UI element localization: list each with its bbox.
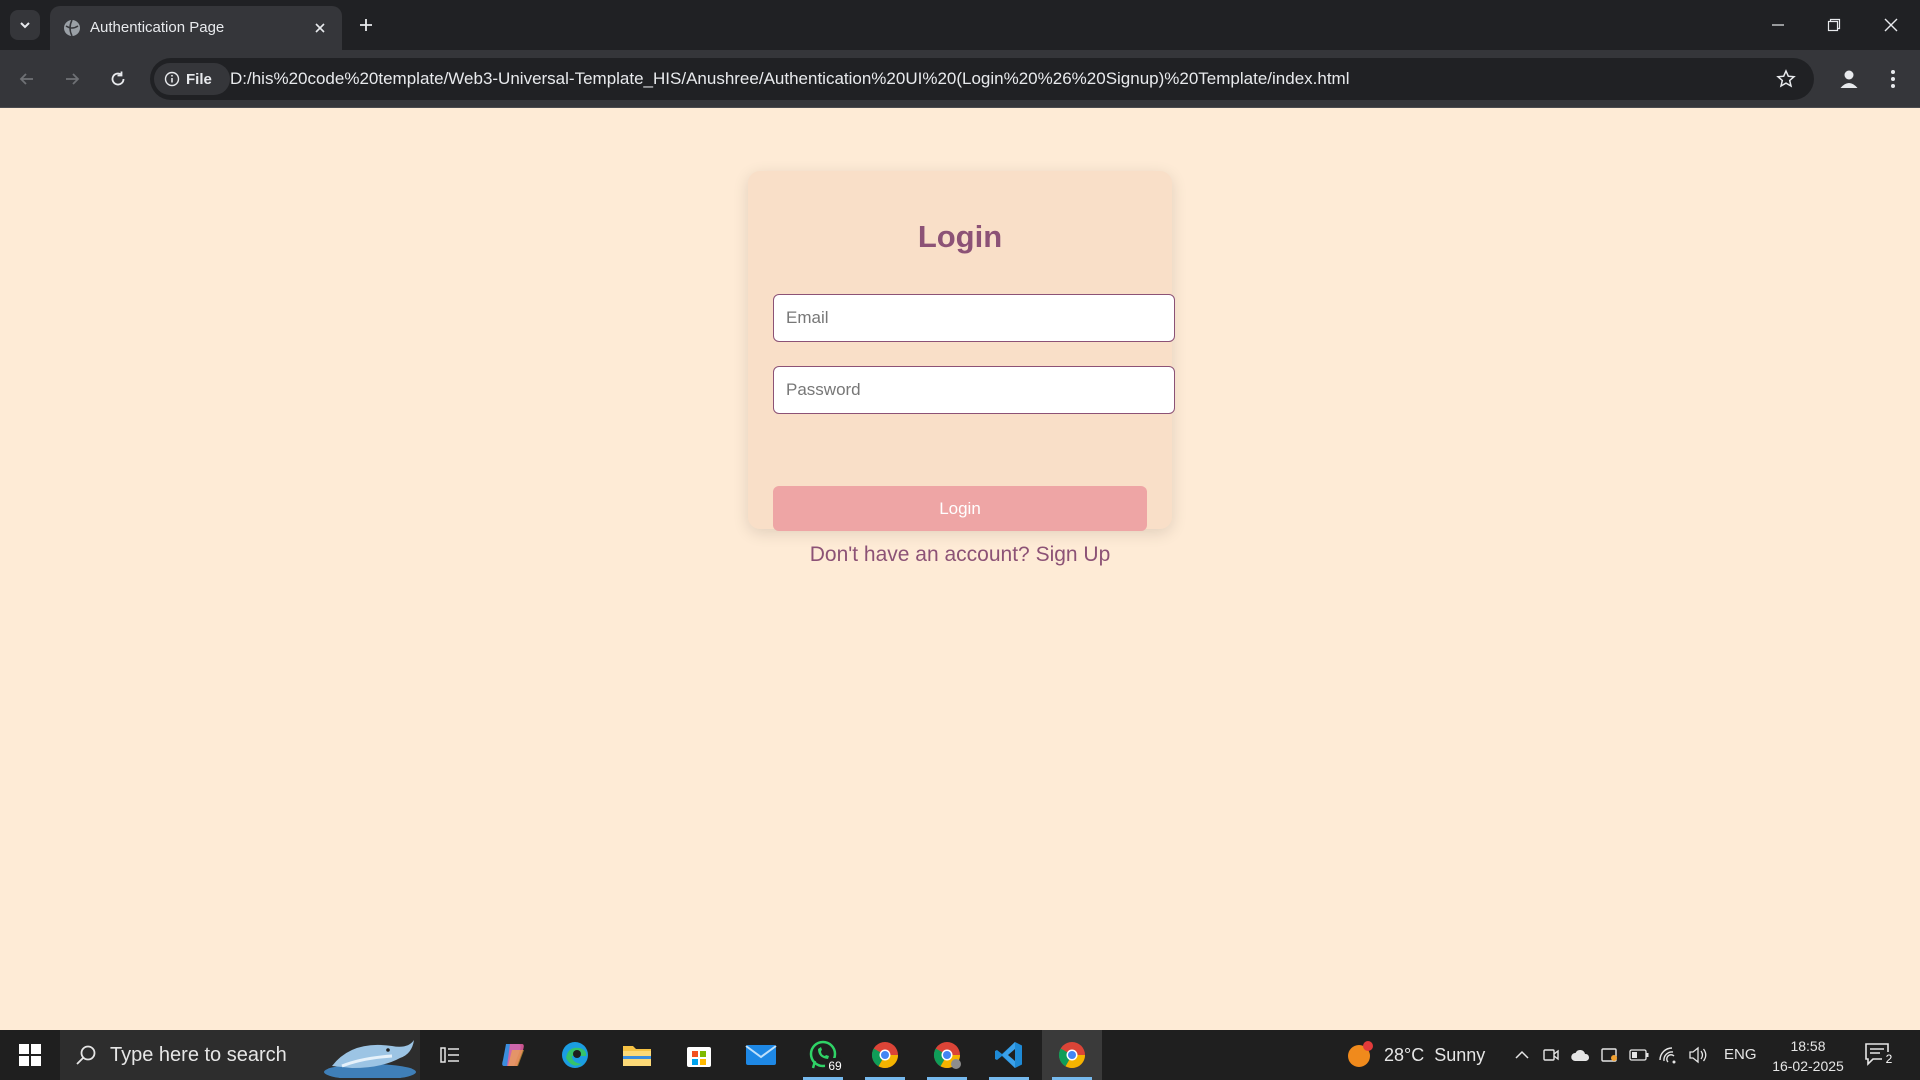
windows-logo-icon	[19, 1044, 41, 1066]
profile-button[interactable]	[1834, 64, 1864, 94]
microsoft-store-app[interactable]	[669, 1030, 729, 1080]
notification-center-button[interactable]: 2	[1864, 1042, 1898, 1070]
input-language[interactable]: ENG	[1724, 1046, 1757, 1063]
close-icon	[1884, 18, 1898, 32]
new-tab-button[interactable]	[354, 13, 378, 37]
more-vert-icon	[1891, 70, 1895, 88]
reload-icon	[111, 71, 125, 86]
task-view-icon	[440, 1047, 459, 1063]
windows-taskbar: Type here to search 69 28°C Sunny ENG 18…	[0, 1030, 1920, 1080]
notification-count: 2	[1882, 1052, 1896, 1066]
start-button[interactable]	[0, 1030, 60, 1080]
star-icon	[1776, 69, 1796, 88]
info-icon	[164, 71, 180, 87]
close-window-button[interactable]	[1871, 10, 1911, 40]
task-view-button[interactable]	[420, 1030, 480, 1080]
security-tray-icon[interactable]	[1599, 1045, 1619, 1065]
search-placeholder: Type here to search	[110, 1044, 287, 1066]
clock[interactable]: 18:58 16-02-2025	[1766, 1036, 1850, 1076]
chevron-down-icon	[20, 22, 30, 29]
clock-time: 18:58	[1790, 1038, 1826, 1054]
volume-tray-icon[interactable]	[1688, 1045, 1708, 1065]
reload-button[interactable]	[103, 64, 133, 94]
page-viewport: Login Login Don't have an account? Sign …	[0, 109, 1920, 1030]
chrome-icon	[871, 1042, 899, 1069]
person-icon	[1840, 70, 1858, 88]
onedrive-tray-icon[interactable]	[1570, 1045, 1590, 1065]
close-icon	[315, 23, 325, 33]
back-button[interactable]	[12, 64, 42, 94]
browser-menu-button[interactable]	[1878, 64, 1908, 94]
clock-date: 16-02-2025	[1772, 1058, 1844, 1074]
arrow-left-icon	[19, 73, 33, 85]
globe-icon	[64, 19, 80, 37]
chrome-icon	[933, 1042, 961, 1069]
site-chip-label: File	[186, 70, 212, 88]
minimize-button[interactable]	[1758, 10, 1798, 40]
forward-button[interactable]	[57, 64, 87, 94]
chrome-profile-a-app[interactable]	[855, 1030, 915, 1080]
signup-prompt-text: Don't have an account?	[809, 543, 1030, 566]
shield-icon	[1601, 1048, 1617, 1062]
email-field[interactable]	[773, 294, 1175, 342]
weather-condition: Sunny	[1434, 1044, 1486, 1065]
battery-icon	[1629, 1049, 1649, 1061]
url-text: D:/his%20code%20template/Web3-Universal-…	[230, 69, 1350, 88]
whatsapp-app[interactable]: 69	[793, 1030, 853, 1080]
arrow-right-icon	[66, 73, 80, 85]
vscode-icon	[995, 1042, 1022, 1068]
minimize-icon	[1772, 24, 1784, 26]
store-icon	[687, 1047, 711, 1067]
address-bar[interactable]: File D:/his%20code%20template/Web3-Unive…	[150, 58, 1814, 100]
chrome-app[interactable]	[1042, 1030, 1102, 1080]
restore-button[interactable]	[1814, 10, 1854, 40]
browser-tab[interactable]: Authentication Page	[50, 6, 342, 50]
wifi-icon	[1659, 1047, 1676, 1064]
tab-search-button[interactable]	[10, 10, 40, 40]
search-icon	[76, 1045, 96, 1065]
speaker-icon	[1689, 1046, 1707, 1064]
browser-tab-bar: Authentication Page	[0, 0, 1920, 50]
plus-icon	[360, 19, 372, 31]
battery-tray-icon[interactable]	[1629, 1045, 1649, 1065]
chevron-up-icon	[1515, 1050, 1529, 1059]
camera-icon	[1543, 1049, 1559, 1061]
chrome-icon	[1058, 1042, 1086, 1069]
browser-toolbar: File D:/his%20code%20template/Web3-Unive…	[0, 50, 1920, 108]
close-tab-button[interactable]	[310, 18, 330, 38]
meet-tray-icon[interactable]	[1541, 1045, 1561, 1065]
show-hidden-icons-button[interactable]	[1512, 1045, 1532, 1065]
login-button[interactable]: Login	[773, 486, 1147, 531]
password-field[interactable]	[773, 366, 1175, 414]
bookmark-button[interactable]	[1774, 67, 1798, 91]
mail-app[interactable]	[731, 1030, 791, 1080]
signup-link[interactable]: Sign Up	[1036, 543, 1111, 566]
file-explorer-app[interactable]	[607, 1030, 667, 1080]
login-card: Login Login Don't have an account? Sign …	[748, 171, 1175, 566]
folder-icon	[623, 1046, 651, 1066]
cloud-icon	[1571, 1049, 1590, 1061]
chrome-profile-b-app[interactable]	[917, 1030, 977, 1080]
page-title: Login	[917, 219, 1003, 254]
vscode-app[interactable]	[979, 1030, 1039, 1080]
tab-title: Authentication Page	[90, 19, 225, 36]
whatsapp-badge: 69	[825, 1058, 845, 1074]
site-info-chip[interactable]: File	[154, 63, 230, 95]
signup-prompt: Don't have an account? Sign Up	[748, 543, 1172, 567]
edge-icon	[562, 1042, 588, 1068]
wifi-tray-icon[interactable]	[1658, 1045, 1678, 1065]
sun-icon	[1348, 1041, 1373, 1067]
copilot-app[interactable]	[483, 1030, 543, 1080]
taskbar-search-box[interactable]: Type here to search	[60, 1030, 420, 1080]
weather-widget[interactable]: 28°C Sunny	[1346, 1030, 1485, 1080]
mail-icon	[745, 1045, 777, 1065]
edge-app[interactable]	[545, 1030, 605, 1080]
search-highlight-whale-icon	[324, 1040, 416, 1078]
copilot-icon	[502, 1044, 524, 1066]
restore-icon	[1827, 18, 1841, 32]
weather-temp: 28°C	[1384, 1044, 1425, 1065]
